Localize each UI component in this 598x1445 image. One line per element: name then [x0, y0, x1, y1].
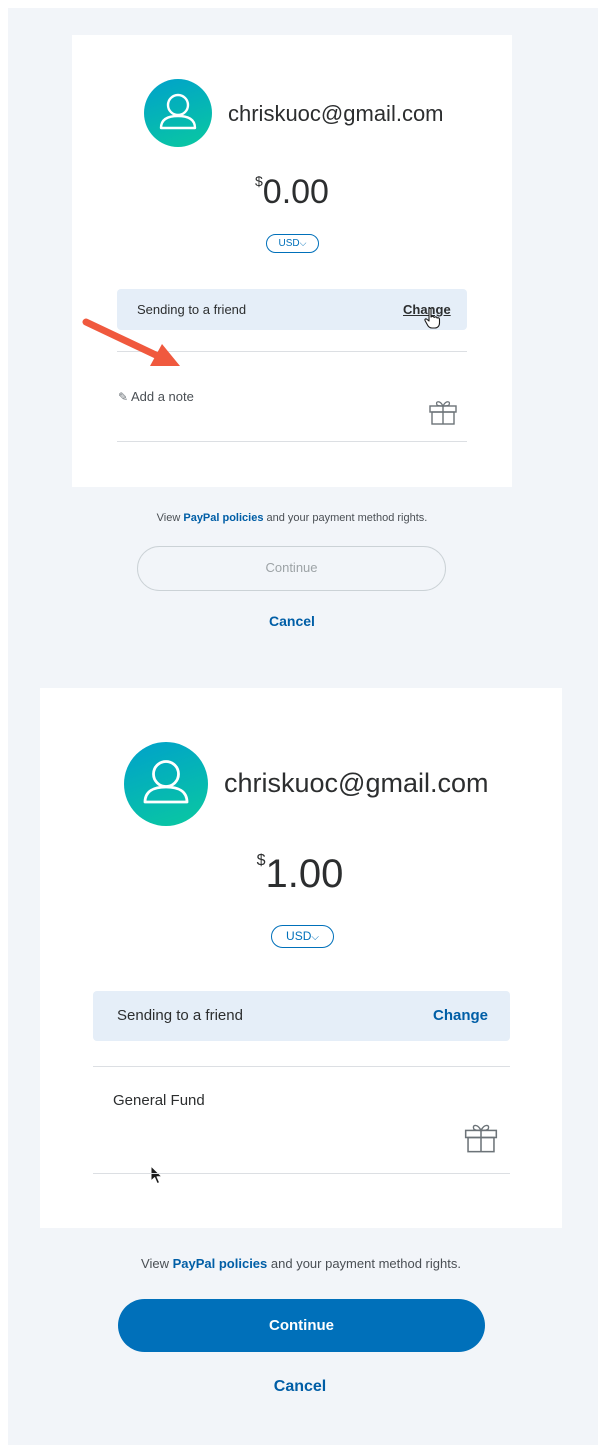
currency-code: USD — [286, 929, 312, 943]
user-avatar-icon — [159, 93, 197, 130]
recipient-email: chriskuoc@gmail.com — [224, 768, 489, 798]
policy-prefix: View — [156, 512, 184, 524]
amount-display[interactable]: $0.00 — [200, 170, 384, 214]
add-note-field[interactable]: ✎ Add a note — [118, 389, 194, 404]
currency-symbol: $ — [255, 173, 263, 189]
amount-value: 0.00 — [262, 173, 329, 211]
user-avatar-icon — [143, 760, 189, 804]
change-link[interactable]: Change — [433, 1007, 488, 1024]
recipient-avatar — [124, 742, 208, 826]
policy-text: View PayPal policies and your payment me… — [40, 1256, 562, 1271]
recipient-avatar — [144, 79, 212, 147]
amount-display[interactable]: $1.00 — [190, 848, 410, 900]
annotation-arrow — [82, 318, 180, 366]
currency-selector[interactable]: USD⌵ — [266, 234, 319, 253]
currency-code: USD — [278, 238, 300, 249]
amount-value: 1.00 — [265, 852, 344, 896]
policy-prefix: View — [141, 1256, 173, 1271]
continue-button[interactable]: Continue — [118, 1299, 485, 1352]
paypal-policies-link[interactable]: PayPal policies — [183, 512, 263, 524]
sending-to-friend-label: Sending to a friend — [117, 1007, 243, 1024]
cancel-link[interactable]: Cancel — [240, 613, 344, 629]
add-note-placeholder: Add a note — [130, 389, 194, 404]
currency-symbol: $ — [256, 852, 266, 869]
arrow-pointer-cursor — [150, 1165, 163, 1185]
paypal-policies-link[interactable]: PayPal policies — [173, 1256, 268, 1271]
chevron-down-icon: ⌵ — [311, 932, 319, 943]
gift-icon[interactable] — [463, 1121, 499, 1154]
divider-bottom — [117, 441, 467, 442]
sending-to-friend-bar: Sending to a friend Change — [93, 991, 510, 1041]
pencil-icon: ✎ — [118, 390, 129, 404]
hand-pointer-cursor — [424, 307, 441, 329]
note-field[interactable]: General Fund — [113, 1092, 205, 1109]
gift-icon[interactable] — [428, 398, 458, 426]
recipient-email: chriskuoc@gmail.com — [228, 101, 444, 126]
policy-suffix: and your payment method rights. — [267, 1256, 461, 1271]
continue-button-disabled[interactable]: Continue — [137, 546, 446, 591]
policy-text: View PayPal policies and your payment me… — [72, 512, 512, 524]
divider-top — [93, 1066, 510, 1067]
currency-selector[interactable]: USD⌵ — [271, 925, 334, 948]
chevron-down-icon: ⌵ — [299, 238, 307, 248]
cancel-link[interactable]: Cancel — [240, 1378, 360, 1396]
divider-bottom — [93, 1173, 510, 1174]
policy-suffix: and your payment method rights. — [263, 512, 428, 524]
